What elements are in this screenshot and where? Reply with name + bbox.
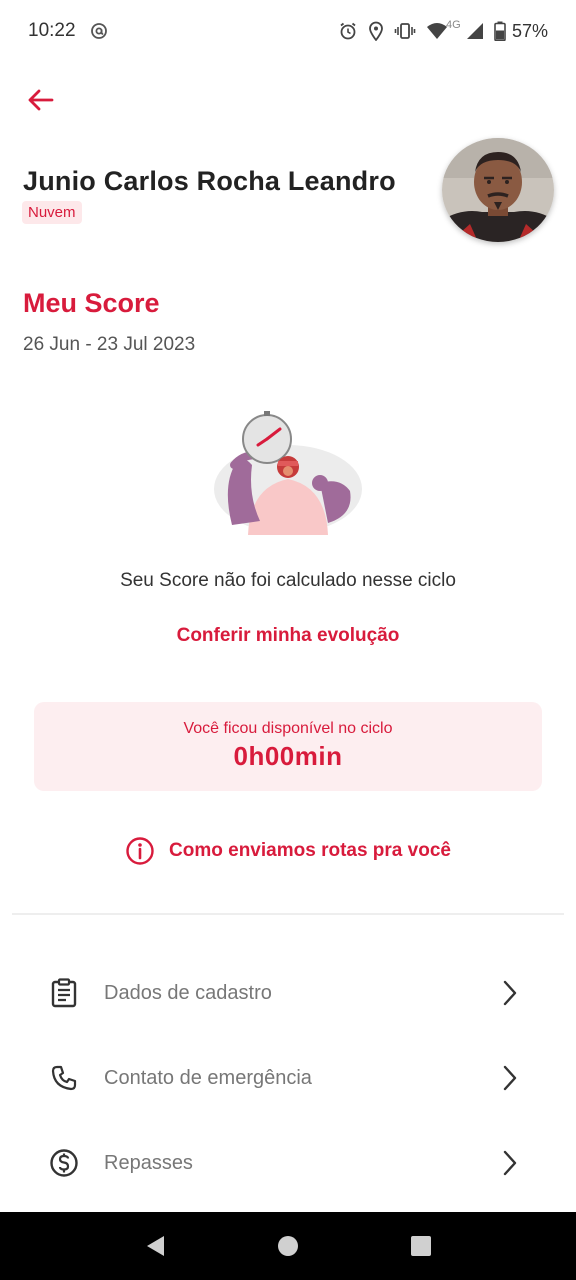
status-time: 10:22 [28, 20, 76, 41]
chevron-right-icon [498, 1147, 522, 1179]
menu-item-repasses[interactable]: Repasses [0, 1128, 576, 1198]
nav-recents-button[interactable] [397, 1222, 445, 1270]
square-recents-icon [411, 1236, 432, 1256]
arrow-left-icon [28, 89, 54, 111]
avatar-photo [442, 138, 554, 242]
menu-item-label: Dados de cadastro [104, 981, 272, 1004]
nav-home-button[interactable] [264, 1222, 312, 1270]
location-icon [368, 21, 384, 41]
avatar[interactable] [442, 138, 554, 242]
wifi-icon: 4G [426, 19, 461, 41]
score-dates: 26 Jun - 23 Jul 2023 [23, 334, 196, 355]
score-illustration [208, 405, 368, 535]
network-label: 4G [445, 19, 461, 31]
profile-name: Junio Carlos Rocha Leandro [23, 166, 396, 196]
routes-info-link[interactable]: Como enviamos rotas pra você [0, 836, 576, 866]
system-nav-bar [0, 1212, 576, 1280]
availability-label: Você ficou disponível no ciclo [183, 720, 393, 737]
alarm-icon [338, 21, 358, 41]
chevron-right-icon [498, 1062, 522, 1094]
evolution-link[interactable]: Conferir minha evolução [0, 625, 576, 647]
status-bar: 10:22 4G 57% [0, 0, 576, 62]
availability-card: Você ficou disponível no ciclo 0h00min [34, 702, 542, 791]
menu-item-label: Repasses [104, 1151, 193, 1174]
clipboard-icon [48, 977, 80, 1009]
score-message: Seu Score não foi calculado nesse ciclo [120, 570, 456, 591]
routes-info-label: Como enviamos rotas pra você [169, 840, 451, 861]
chevron-right-icon [498, 977, 522, 1009]
score-title: Meu Score [23, 288, 160, 318]
phone-icon [48, 1062, 80, 1094]
signal-icon [466, 22, 484, 40]
triangle-back-icon [146, 1236, 164, 1256]
divider [12, 913, 564, 915]
circle-home-icon [277, 1236, 298, 1256]
menu-item-contato-emergencia[interactable]: Contato de emergência [0, 1043, 576, 1113]
vibrate-icon [394, 21, 416, 41]
status-icons: 4G 57% [338, 19, 548, 42]
profile-badge: Nuvem [22, 201, 82, 224]
info-icon [126, 837, 154, 865]
dollar-circle-icon [48, 1147, 80, 1179]
at-sign-icon [90, 21, 110, 41]
battery-percent: 57% [511, 20, 548, 41]
back-button[interactable] [20, 80, 60, 120]
menu-item-dados-cadastro[interactable]: Dados de cadastro [0, 958, 576, 1028]
battery-icon [494, 21, 506, 41]
nav-back-button[interactable] [131, 1222, 179, 1270]
menu-item-label: Contato de emergência [104, 1066, 312, 1089]
availability-value: 0h00min [233, 741, 343, 771]
